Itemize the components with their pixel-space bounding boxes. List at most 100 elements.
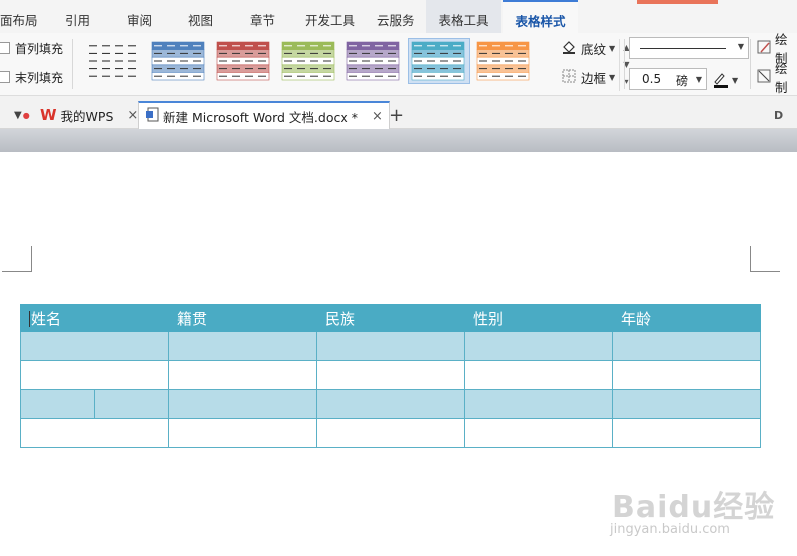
tab-view[interactable]: 视图 xyxy=(188,0,218,33)
tab-my-wps[interactable]: W 我的WPS × xyxy=(40,101,138,129)
table-cell[interactable] xyxy=(464,331,614,361)
first-column-fill-label: 首列填充 xyxy=(15,41,64,56)
table-cell[interactable] xyxy=(316,331,466,361)
table-header-cell[interactable]: 民族 xyxy=(316,304,466,332)
erase-table-button[interactable]: 绘制 xyxy=(757,61,797,95)
table-cell[interactable] xyxy=(612,360,762,390)
crop-mark-left xyxy=(2,246,32,272)
solid-line-preview xyxy=(640,48,726,49)
table-style-plain-swatch[interactable] xyxy=(84,39,144,83)
pencil-grid-icon xyxy=(757,40,771,57)
close-icon[interactable]: × xyxy=(372,109,383,124)
table-cell[interactable] xyxy=(20,389,95,419)
table-style-orange-swatch[interactable] xyxy=(474,39,534,83)
header-name: 姓名 xyxy=(31,309,62,328)
header-origin: 籍贯 xyxy=(177,309,208,328)
table-header-cell[interactable]: 性别 xyxy=(464,304,614,332)
document-tab-label: 新建 Microsoft Word 文档.docx * xyxy=(163,109,358,125)
tab-references[interactable]: 引用 xyxy=(65,0,95,33)
new-tab-button[interactable]: + xyxy=(389,101,404,129)
tab-page-layout[interactable]: 面布局 xyxy=(0,0,38,33)
table-row xyxy=(19,331,762,361)
table-cell[interactable] xyxy=(316,360,466,390)
wps-logo-icon: W xyxy=(40,106,57,124)
shading-button[interactable]: 底纹 ▼ xyxy=(561,38,615,58)
tab-my-wps-label: 我的WPS xyxy=(60,108,114,124)
collapse-ribbon-icon[interactable]: D xyxy=(774,101,783,129)
shading-label: 底纹 xyxy=(581,41,607,57)
last-column-fill-label: 末列填充 xyxy=(15,70,64,85)
header-gender: 性别 xyxy=(473,309,504,328)
tab-review[interactable]: 审阅 xyxy=(127,0,157,33)
last-column-fill-option[interactable]: 末列填充 xyxy=(0,68,63,86)
draw-table-button[interactable]: 绘制 xyxy=(757,32,797,66)
table-cell[interactable] xyxy=(464,360,614,390)
ribbon-table-style: 首列填充 末列填充 ▲ ▼ ▾ 底纹 ▼ 边框 ▼ ▼ 0.5 磅 ▼ ▼ 绘制… xyxy=(0,32,797,96)
table-style-gallery: ▲ ▼ ▾ xyxy=(78,36,630,91)
table-cell[interactable] xyxy=(612,389,762,419)
orange-accent-strip xyxy=(637,0,718,4)
crop-mark-right xyxy=(750,246,780,272)
tab-current-document[interactable]: 新建 Microsoft Word 文档.docx * × xyxy=(138,101,390,129)
line-style-select[interactable]: ▼ xyxy=(629,37,749,59)
paint-bucket-icon xyxy=(561,39,577,58)
table-cell[interactable] xyxy=(464,389,614,419)
border-button[interactable]: 边框 ▼ xyxy=(561,67,615,87)
dropdown-arrow-icon: ▼ xyxy=(14,109,22,121)
table-cell[interactable] xyxy=(168,418,318,448)
table-cell[interactable] xyxy=(93,389,170,419)
table-header-cell[interactable]: 年龄 xyxy=(612,304,762,332)
document-table[interactable]: 姓名 籍贯 民族 性别 年龄 xyxy=(19,304,762,448)
chevron-down-icon: ▼ xyxy=(737,42,744,51)
table-cell[interactable] xyxy=(464,418,614,448)
table-cell[interactable] xyxy=(612,331,762,361)
table-cell[interactable] xyxy=(168,389,318,419)
table-cell[interactable] xyxy=(19,331,170,361)
red-dot-icon: ● xyxy=(22,110,30,120)
header-age: 年龄 xyxy=(621,309,652,328)
first-column-fill-option[interactable]: 首列填充 xyxy=(0,39,63,57)
table-cell[interactable] xyxy=(19,418,170,448)
close-icon[interactable]: × xyxy=(127,108,138,123)
ribbon-divider xyxy=(750,39,751,89)
table-cell[interactable] xyxy=(19,360,170,390)
line-weight-select[interactable]: 0.5 磅 ▼ xyxy=(629,68,707,90)
eraser-icon xyxy=(757,69,771,86)
watermark-url: jingyan.baidu.com xyxy=(610,522,730,537)
text-cursor xyxy=(29,311,30,327)
chevron-down-icon: ▼ xyxy=(609,72,616,82)
menu-bar: 面布局 引用 审阅 视图 章节 开发工具 云服务 表格工具 表格样式 xyxy=(0,0,797,33)
tab-cloud[interactable]: 云服务 xyxy=(377,0,417,33)
ruler-band xyxy=(0,129,797,152)
tab-developer[interactable]: 开发工具 xyxy=(305,0,361,33)
table-style-green-swatch[interactable] xyxy=(279,39,339,83)
table-cell[interactable] xyxy=(168,360,318,390)
table-cell[interactable] xyxy=(316,418,466,448)
table-row xyxy=(20,389,762,419)
baidu-watermark: Baidu经验 jingyan.baidu.com xyxy=(608,474,788,546)
watermark-logo: Baidu经验 xyxy=(612,490,776,525)
first-column-fill-checkbox[interactable] xyxy=(0,42,10,54)
table-style-blue-swatch[interactable] xyxy=(149,39,209,83)
erase-table-label: 绘制 xyxy=(775,61,788,95)
ribbon-divider xyxy=(72,39,73,89)
quick-menu-button[interactable]: ▼ ● xyxy=(14,101,30,129)
table-cell[interactable] xyxy=(168,331,318,361)
table-style-red-swatch[interactable] xyxy=(214,39,274,83)
pen-color-button[interactable]: ▼ xyxy=(712,70,744,90)
border-grid-icon xyxy=(561,68,577,87)
table-cell[interactable] xyxy=(316,389,466,419)
table-header-cell[interactable]: 籍贯 xyxy=(168,304,318,332)
table-header-row: 姓名 籍贯 民族 性别 年龄 xyxy=(19,304,762,332)
table-style-teal-swatch[interactable] xyxy=(408,38,470,84)
document-icon xyxy=(145,107,159,125)
table-row xyxy=(19,418,762,448)
last-column-fill-checkbox[interactable] xyxy=(0,71,10,83)
tab-table-style[interactable]: 表格样式 xyxy=(503,0,578,33)
table-row xyxy=(19,360,762,390)
table-style-purple-swatch[interactable] xyxy=(344,39,404,83)
table-cell[interactable] xyxy=(612,418,762,448)
table-header-cell[interactable]: 姓名 xyxy=(19,304,170,332)
tab-section[interactable]: 章节 xyxy=(250,0,280,33)
tab-table-tools[interactable]: 表格工具 xyxy=(426,0,501,33)
